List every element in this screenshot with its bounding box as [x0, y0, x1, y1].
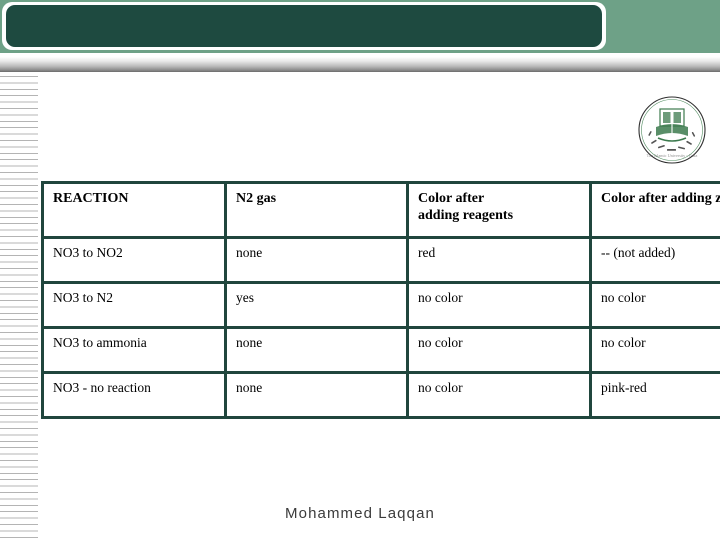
cell-n2-gas: none: [224, 326, 409, 374]
left-stripe-decoration: [0, 72, 38, 540]
cell-color-after-zinc: no color: [589, 326, 720, 374]
table-row: NO3 to NO2 none red -- (not added): [41, 236, 720, 284]
svg-text:The Islamic University - Gaza: The Islamic University - Gaza: [647, 153, 698, 158]
slide: The Islamic University - Gaza REACTION N…: [0, 0, 720, 540]
cell-reaction: NO3 to ammonia: [41, 326, 227, 374]
footer-author-name: Mohammed Laqqan: [285, 505, 435, 522]
table-row: NO3 to ammonia none no color no color: [41, 326, 720, 374]
cell-color-after-reagents: no color: [406, 326, 592, 374]
islamic-university-gaza-logo-icon: The Islamic University - Gaza: [636, 94, 708, 166]
cell-reaction: NO3 to N2: [41, 281, 227, 329]
cell-reaction: NO3 - no reaction: [41, 371, 227, 419]
cell-color-after-zinc: pink-red: [589, 371, 720, 419]
table-header-color-after-reagents-line1: Color after: [418, 191, 485, 206]
cell-n2-gas: none: [224, 236, 409, 284]
cell-n2-gas: yes: [224, 281, 409, 329]
reaction-results-table: REACTION N2 gas Color after adding reage…: [41, 181, 720, 419]
table-header-color-after-reagents-line2: adding reagents: [418, 208, 514, 224]
cell-color-after-zinc: no color: [589, 281, 720, 329]
table-row: NO3 - no reaction none no color pink-red: [41, 371, 720, 419]
table-header-color-after-reagents: Color after adding reagents: [406, 181, 592, 239]
cell-reaction: NO3 to NO2: [41, 236, 227, 284]
cell-color-after-reagents: red: [406, 236, 592, 284]
header-divider-rule: [0, 57, 720, 72]
cell-color-after-reagents: no color: [406, 371, 592, 419]
cell-color-after-zinc: -- (not added): [589, 236, 720, 284]
table-header-n2-gas: N2 gas: [224, 181, 409, 239]
table-header-color-after-zinc: Color after adding zinc: [589, 181, 720, 239]
cell-n2-gas: none: [224, 371, 409, 419]
slide-title: [6, 5, 602, 47]
table-row: NO3 to N2 yes no color no color: [41, 281, 720, 329]
table-header-row: REACTION N2 gas Color after adding reage…: [41, 181, 720, 239]
table-header-reaction: REACTION: [41, 181, 227, 239]
cell-color-after-reagents: no color: [406, 281, 592, 329]
